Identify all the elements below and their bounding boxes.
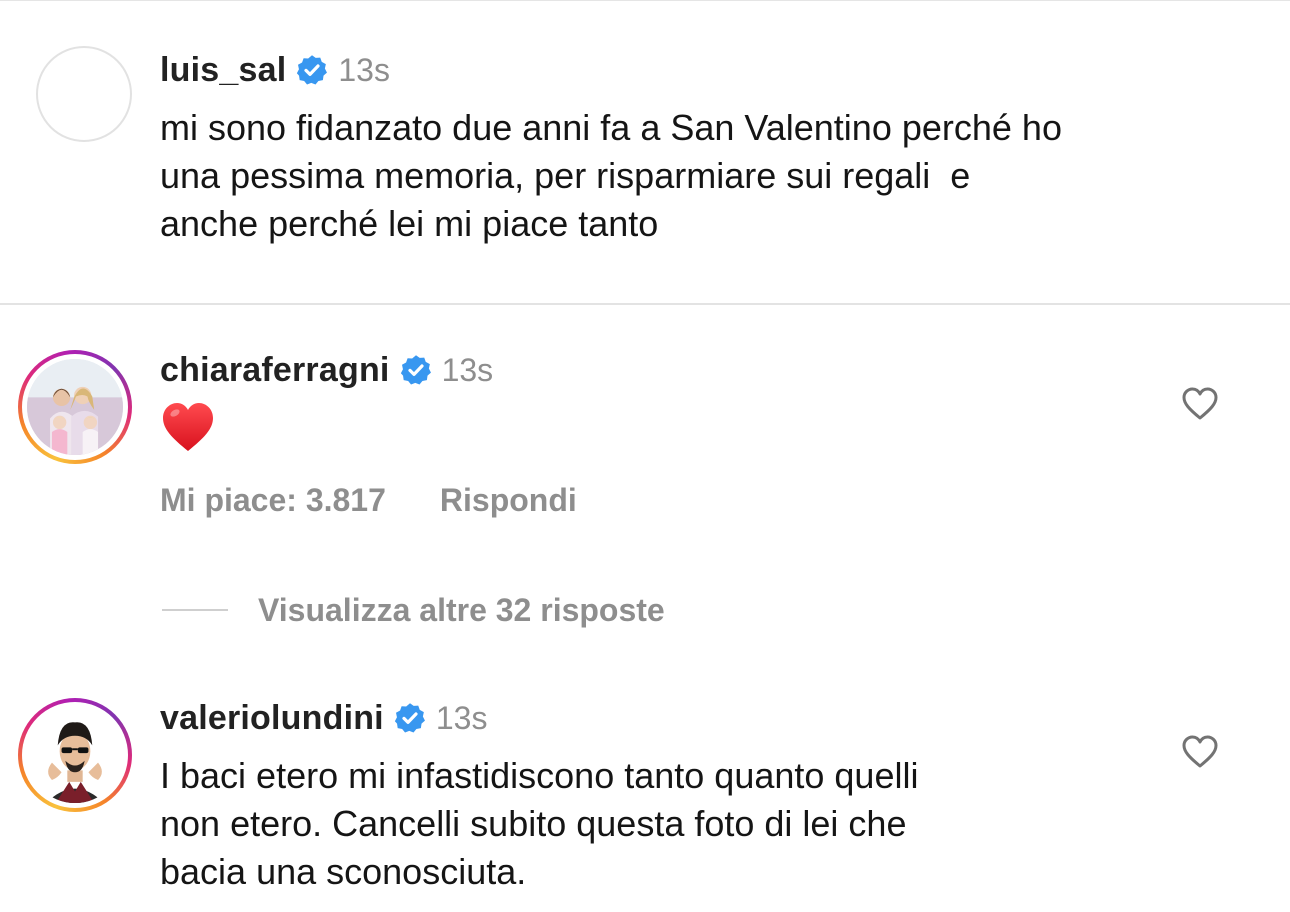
likes-count[interactable]: Mi piace: 3.817 <box>160 482 386 519</box>
comment-time: 13s <box>441 351 494 388</box>
username[interactable]: valeriolundini <box>160 699 384 738</box>
verified-badge-icon <box>394 703 425 733</box>
verified-badge-icon <box>400 355 431 385</box>
avatar-valeriolundini[interactable] <box>18 698 132 812</box>
comment-time: 13s <box>338 51 390 88</box>
avatar-chiaraferragni[interactable] <box>18 350 132 464</box>
red-heart-emoji-icon <box>163 403 213 451</box>
view-replies-label: Visualizza altre 32 risposte <box>258 591 665 628</box>
comment-header-luis-sal: luis_sal 13s <box>160 48 390 92</box>
username[interactable]: luis_sal <box>160 51 286 90</box>
comment-text: I baci etero mi infastidiscono tanto qua… <box>160 755 919 892</box>
avatar-luis-sal[interactable] <box>36 46 132 142</box>
comment-meta: Mi piace: 3.817 Rispondi <box>160 478 577 522</box>
view-replies-button[interactable]: Visualizza altre 32 risposte <box>162 588 665 632</box>
top-divider <box>0 0 1290 1</box>
profile-photo <box>27 707 123 803</box>
verified-badge-icon <box>297 55 328 85</box>
profile-photo <box>27 359 123 455</box>
comment-header-chiaraferragni: chiaraferragni 13s <box>160 348 493 392</box>
comment-text: mi sono fidanzato due anni fa a San Vale… <box>160 107 1062 244</box>
like-button-heart-icon[interactable] <box>1180 732 1220 772</box>
like-button-heart-icon[interactable] <box>1180 384 1220 424</box>
comment-header-valeriolundini: valeriolundini 13s <box>160 696 487 740</box>
comment-time: 13s <box>435 699 488 736</box>
replies-line <box>162 609 228 611</box>
reply-button[interactable]: Rispondi <box>440 482 577 519</box>
username[interactable]: chiaraferragni <box>160 351 390 390</box>
section-divider <box>0 303 1290 305</box>
